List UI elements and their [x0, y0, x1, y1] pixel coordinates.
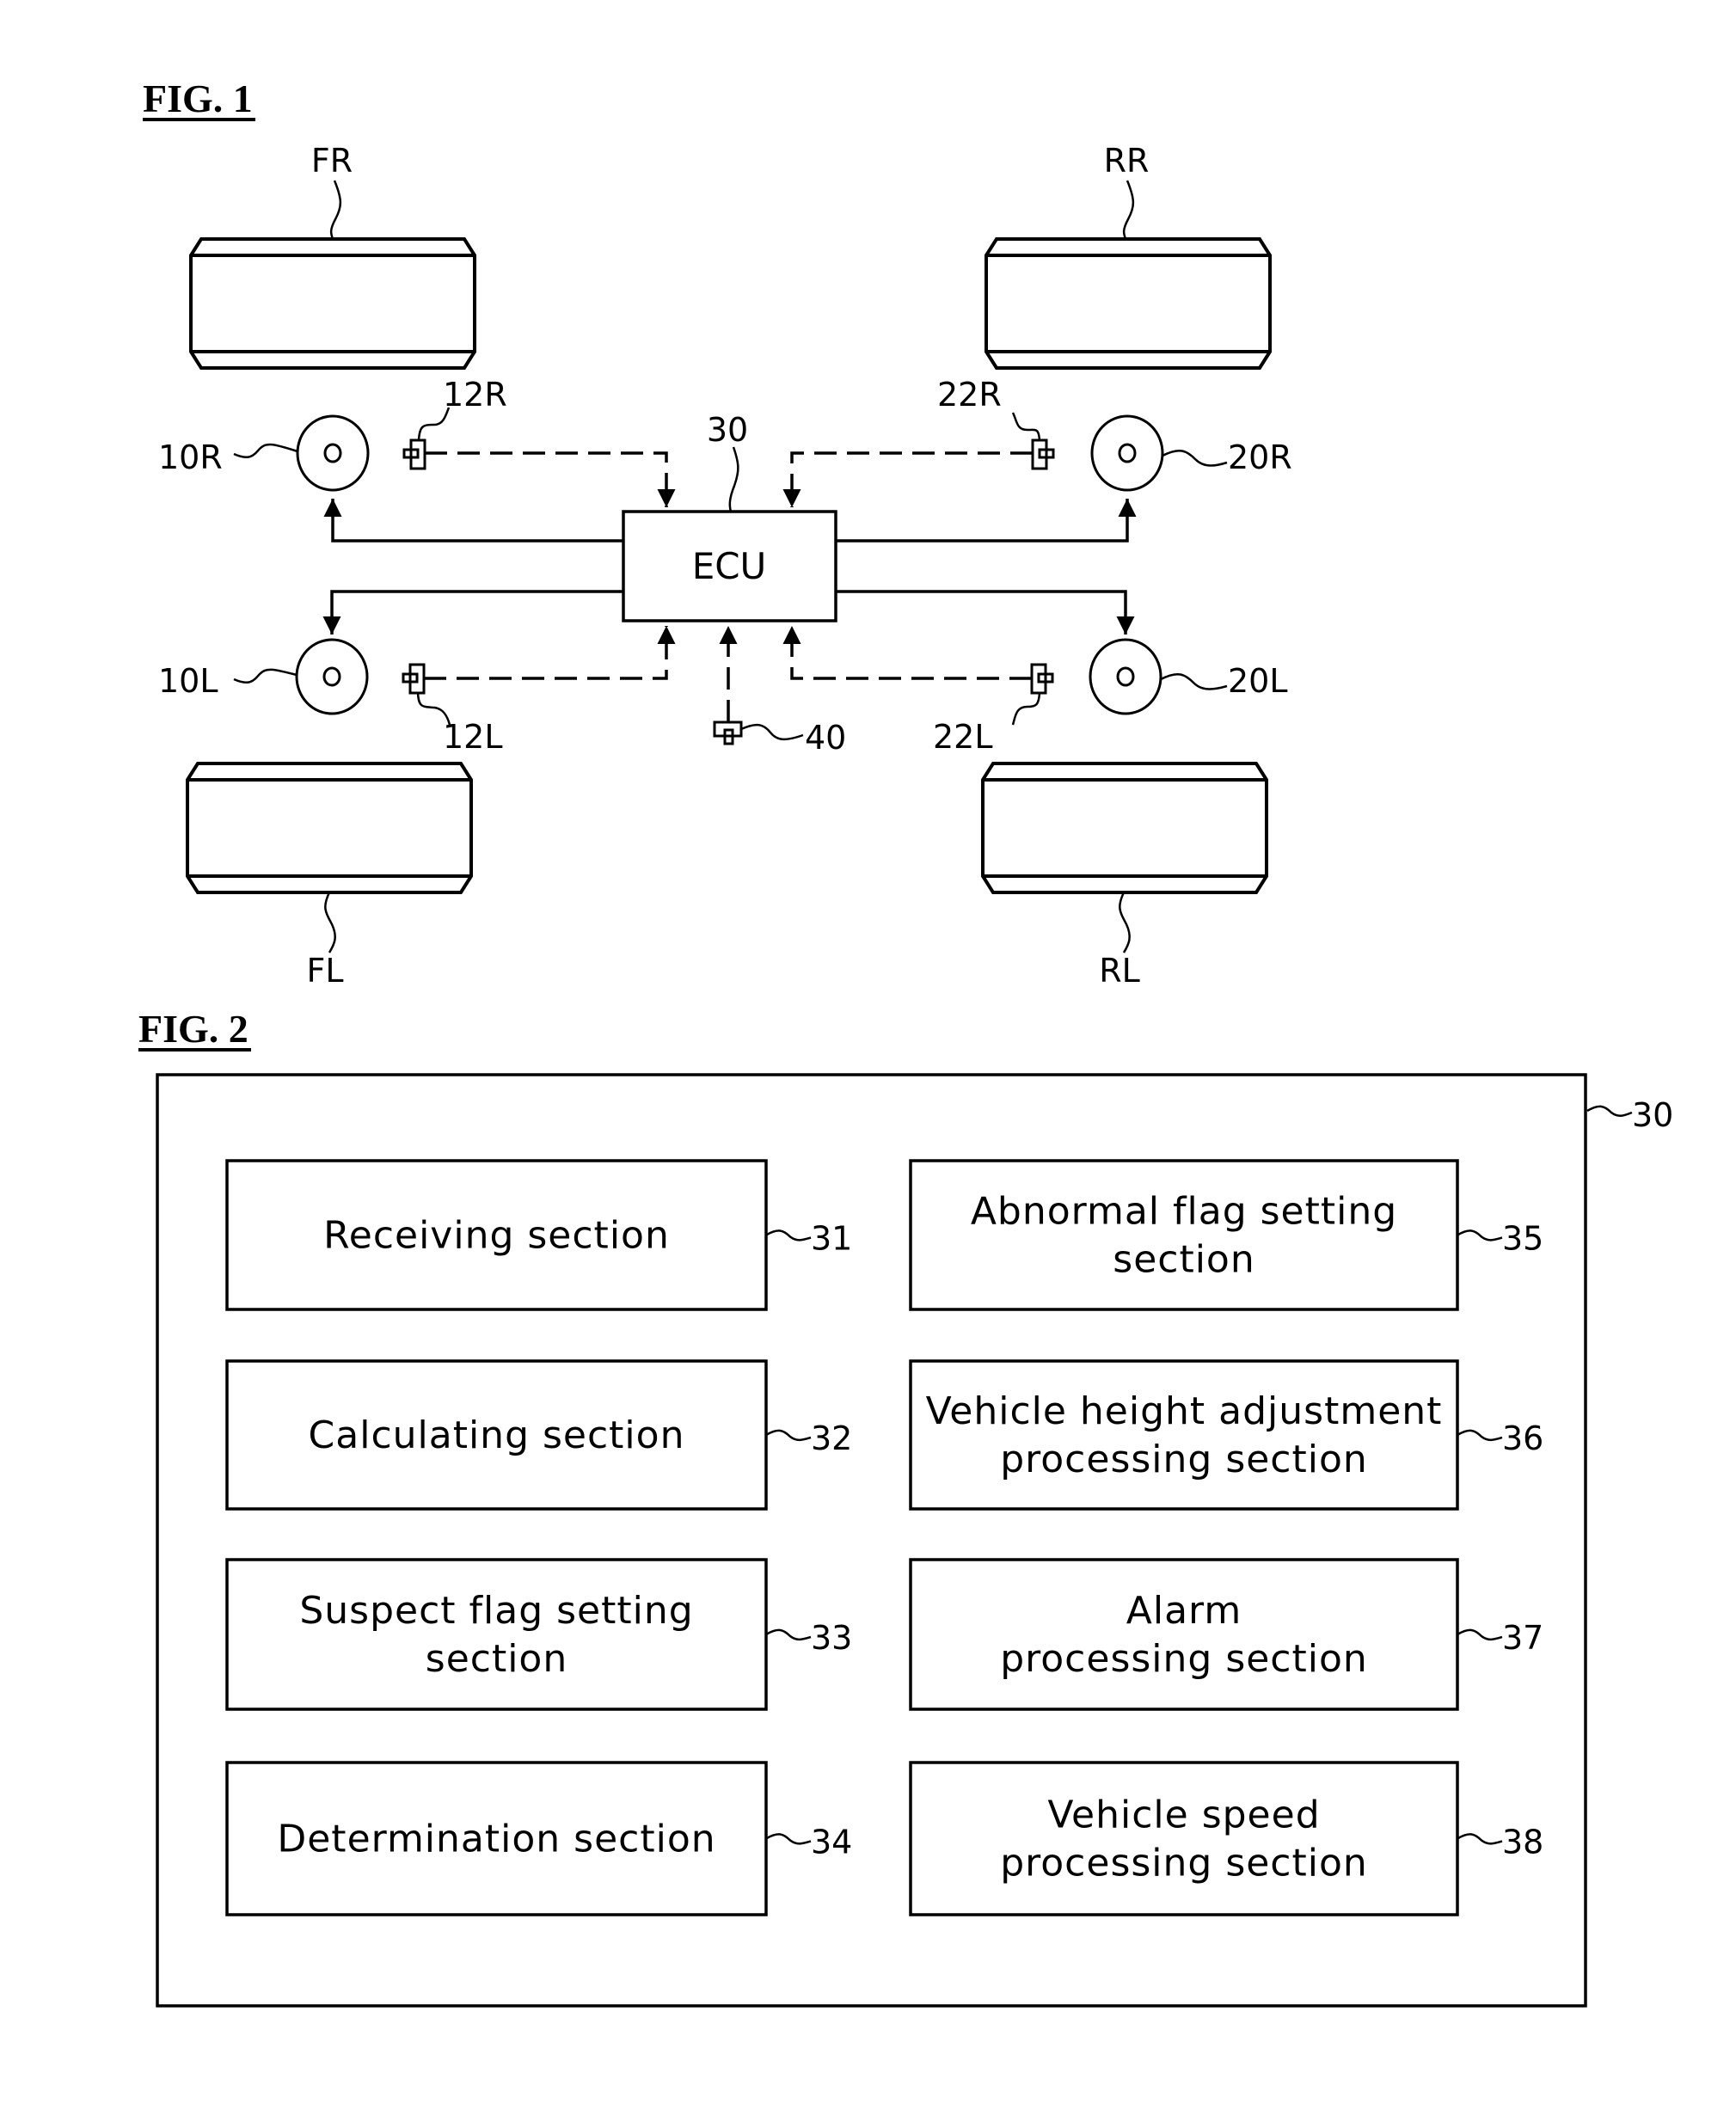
sensor-label-22r: 22R [937, 376, 1002, 414]
sensor-label-12r: 12R [443, 376, 507, 414]
tire-label-fl: FL [306, 952, 343, 990]
sensor-label-12l: 12L [443, 718, 503, 756]
sensor-22l [1030, 663, 1054, 695]
section-box [225, 1558, 768, 1711]
tire-rr [985, 237, 1272, 370]
control-line-20r [836, 499, 1137, 543]
signal-line-12r [425, 451, 676, 507]
section-label-line: processing section [1000, 1842, 1368, 1885]
wheel-label-20r: 20R [1228, 438, 1292, 476]
control-line-10r [323, 499, 623, 543]
leader-fl [324, 892, 336, 953]
section-ref-label: 35 [1502, 1220, 1543, 1258]
section-ref-label: 37 [1502, 1619, 1543, 1657]
section-box [909, 1359, 1459, 1511]
section-label-line: Vehicle speed [1047, 1793, 1320, 1837]
section-leader [1457, 1229, 1503, 1242]
section-box [909, 1761, 1459, 1916]
signal-line-12l [424, 626, 676, 680]
wheel-20l [1089, 638, 1162, 715]
wheel-10l [295, 638, 369, 715]
ecu-ref-label: 30 [707, 411, 748, 449]
section-leader [765, 1833, 812, 1845]
fig2-title: FIG. 2 [138, 1007, 248, 1051]
leader-ecu [728, 446, 739, 512]
leader-22r [1011, 412, 1041, 441]
tire-label-rr: RR [1104, 142, 1150, 180]
control-line-10l [322, 590, 623, 635]
section-block-37: Alarmprocessing section 37 [909, 1558, 1543, 1711]
section-block-31: Receiving section 31 [225, 1159, 852, 1311]
tire-label-rl: RL [1099, 952, 1140, 990]
section-label-line: section [1113, 1238, 1254, 1282]
leader-rl [1119, 892, 1131, 953]
wheel-10r [296, 414, 370, 492]
section-block-33: Suspect flag settingsection 33 [225, 1558, 852, 1711]
fig2: FIG. 2 30 Receiving section 31 Calculating… [138, 1007, 1673, 2008]
section-block-35: Abnormal flag settingsection 35 [909, 1159, 1543, 1311]
section-blocks: Receiving section 31 Calculating section 32… [225, 1159, 1543, 1916]
signal-line-22r [782, 451, 1033, 507]
section-block-32: Calculating section 32 [225, 1359, 852, 1511]
section-label-line: Calculating section [309, 1413, 685, 1457]
wheel-label-20l: 20L [1228, 662, 1288, 700]
section-block-36: Vehicle height adjustment processing sect… [909, 1359, 1543, 1511]
leader-rr [1122, 180, 1135, 240]
leader-fr [329, 180, 342, 240]
section-ref-label: 33 [811, 1619, 852, 1657]
tire-rl [981, 762, 1268, 894]
section-block-38: Vehicle speed processing section 38 [909, 1761, 1543, 1916]
sensor-22r [1031, 438, 1055, 470]
tire-fr [189, 237, 476, 370]
section-leader [765, 1429, 812, 1442]
patent-drawing: FIG. 1 FR RR FL RL 10R 20R 10L 20L 12R 2… [138, 77, 1673, 2008]
sensor-12r [402, 438, 426, 470]
section-ref-label: 38 [1502, 1824, 1543, 1861]
section-ref-label: 36 [1502, 1419, 1543, 1457]
wheel-label-10r: 10R [158, 438, 223, 476]
container-ref-label: 30 [1632, 1096, 1673, 1134]
section-leader [765, 1229, 812, 1242]
tire-label-fr: FR [311, 142, 353, 180]
section-box [909, 1558, 1459, 1711]
section-block-34: Determination section 34 [225, 1761, 852, 1916]
sensor-12l [402, 663, 426, 695]
section-ref-label: 34 [811, 1824, 852, 1861]
section-label-line: section [426, 1637, 567, 1681]
section-box [909, 1159, 1459, 1311]
sensor-label-40: 40 [805, 719, 846, 757]
section-leader [1457, 1833, 1503, 1845]
section-leader [1457, 1429, 1503, 1442]
ecu-label: ECU [692, 545, 767, 587]
fig1: FIG. 1 FR RR FL RL 10R 20R 10L 20L 12R 2… [143, 77, 1292, 990]
sensor-40 [713, 720, 743, 745]
signal-line-22l [782, 626, 1032, 680]
section-ref-label: 32 [811, 1419, 852, 1457]
section-label-line: Determination section [277, 1818, 715, 1861]
fig1-title: FIG. 1 [143, 77, 253, 120]
section-leader [1457, 1628, 1503, 1641]
leader-22l [1011, 692, 1041, 726]
leader-container [1586, 1105, 1633, 1117]
sensor-label-22l: 22L [933, 718, 993, 756]
section-label-line: Suspect flag setting [299, 1589, 693, 1633]
section-label-line: processing section [1000, 1637, 1368, 1681]
leader-40 [740, 723, 804, 741]
tire-fl [186, 762, 473, 894]
section-label-line: Abnormal flag setting [971, 1190, 1397, 1234]
section-label-line: Receiving section [323, 1214, 670, 1258]
section-leader [765, 1628, 812, 1641]
leader-20r [1162, 449, 1228, 467]
section-label-line: Alarm [1126, 1589, 1242, 1633]
leader-10l [233, 668, 298, 684]
control-line-20l [836, 590, 1135, 635]
leader-20l [1160, 672, 1228, 690]
leader-10r [233, 443, 298, 458]
section-label-line: Vehicle height adjustment [926, 1389, 1443, 1433]
wheel-20r [1090, 414, 1164, 492]
section-ref-label: 31 [811, 1220, 852, 1258]
wheel-label-10l: 10L [158, 662, 218, 700]
section-label-line: processing section [1000, 1438, 1368, 1481]
